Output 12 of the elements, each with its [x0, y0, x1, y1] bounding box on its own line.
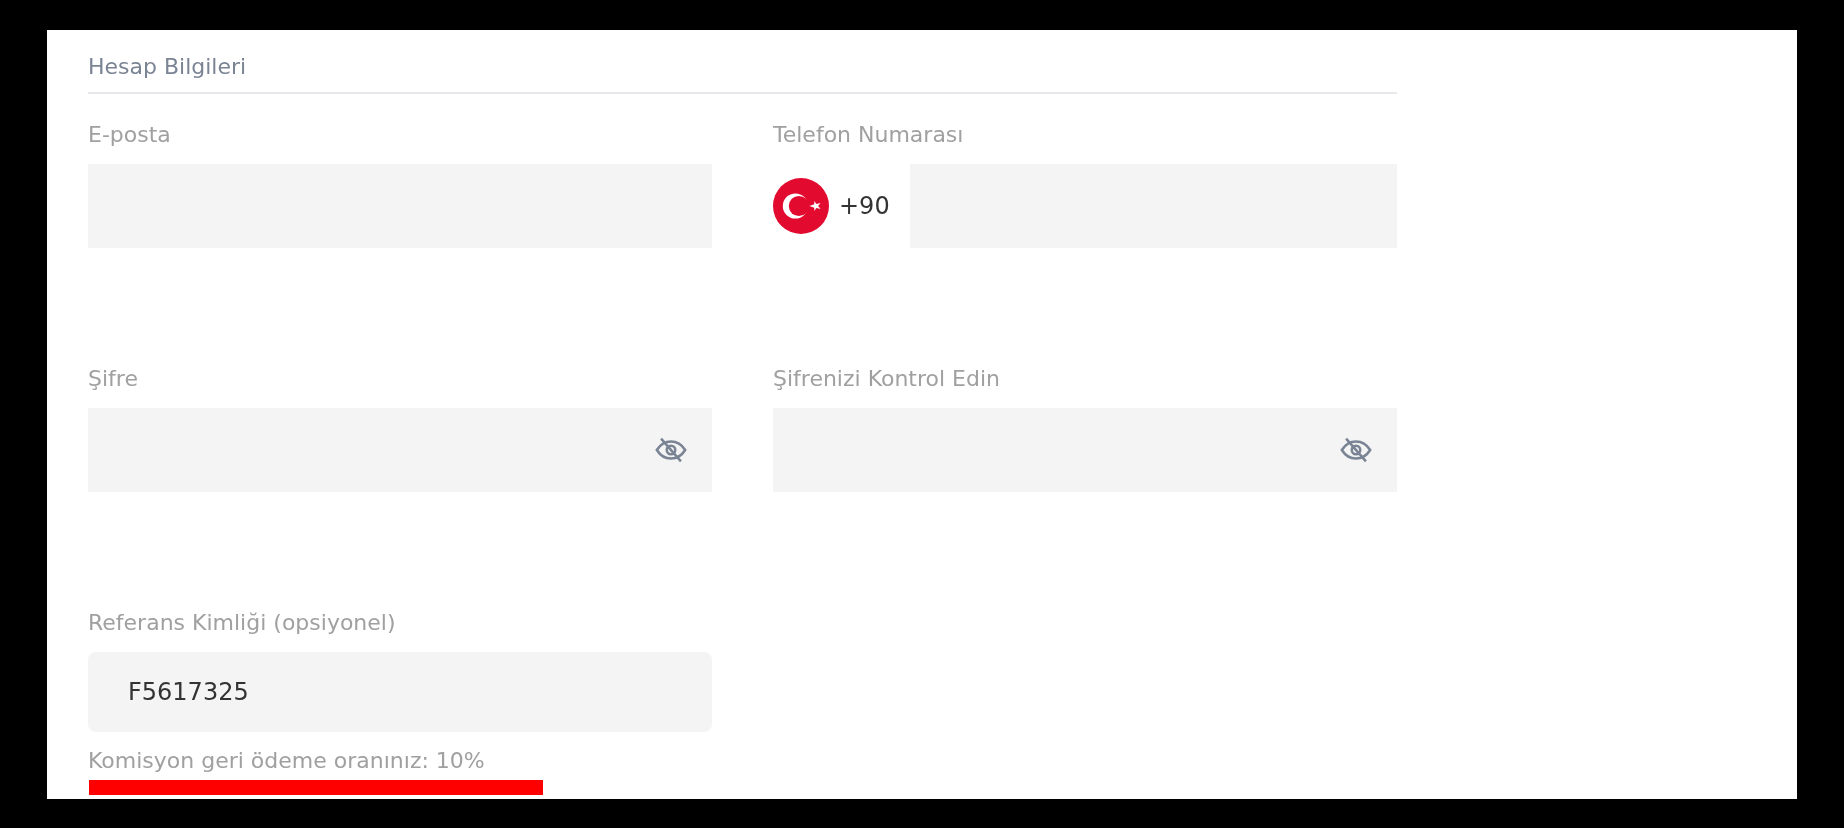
field-label: Telefon Numarası	[773, 121, 965, 149]
field-label: Şifrenizi Kontrol Edin	[773, 365, 1002, 393]
country-code[interactable]: +90	[839, 192, 890, 220]
field-label: Referans Kimliği (opsiyonel)	[88, 609, 397, 637]
password-input-field[interactable]	[773, 408, 1397, 492]
commission-rate-text: Komisyon geri ödeme oranınız: 10%	[88, 747, 485, 775]
section-title: Hesap Bilgileri	[88, 53, 248, 81]
text-input-field[interactable]: F5617325	[88, 652, 712, 732]
field-label: Şifre	[88, 365, 139, 393]
field-label: E-posta	[88, 121, 172, 149]
flag-icon[interactable]	[773, 178, 829, 234]
password-input-field[interactable]	[88, 408, 712, 492]
